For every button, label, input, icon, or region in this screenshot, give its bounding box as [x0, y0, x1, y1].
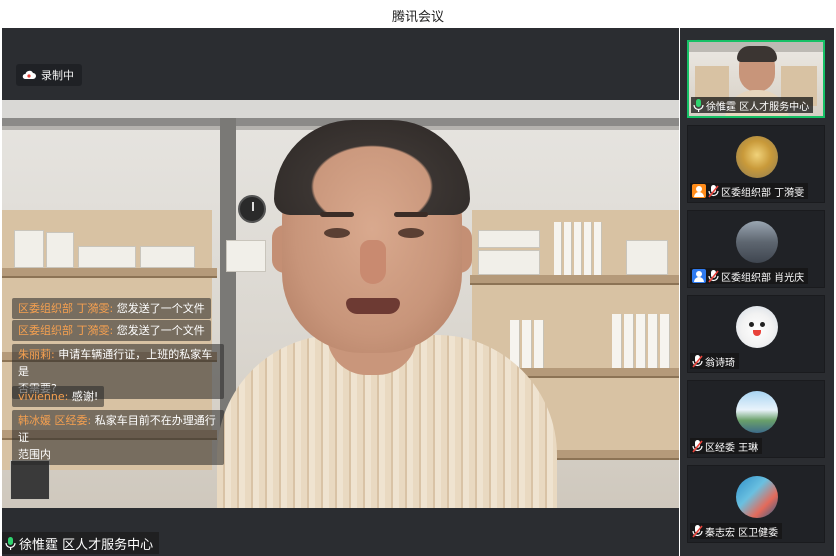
mic-icon — [5, 536, 16, 550]
participant-tile[interactable]: 区委组织部 肖光庆 — [687, 210, 825, 288]
participant-name-bar: 区委组织部 肖光庆 — [690, 268, 809, 284]
user-orange-icon — [692, 184, 706, 198]
participant-name-bar: 翁诗琦 — [690, 353, 739, 369]
speaker-nose — [360, 240, 386, 284]
participant-name: 徐惟霆 区人才服务中心 — [706, 101, 810, 113]
mic-muted-icon — [692, 524, 703, 538]
book — [554, 222, 562, 275]
participant-name: 翁诗琦 — [705, 357, 735, 369]
book — [594, 222, 602, 275]
recording-label: 录制中 — [41, 69, 74, 82]
storage-box — [78, 246, 136, 268]
chat-sender: 区委组织部 丁漪雯: — [18, 324, 114, 337]
chat-message: 韩冰媛 区经委: 私家车目前不在办理通行证 范围内 — [12, 410, 224, 465]
participant-name: 区委组织部 肖光庆 — [721, 272, 805, 284]
book — [574, 222, 582, 275]
thumb-hair — [737, 46, 777, 62]
avatar — [736, 136, 778, 178]
avatar — [736, 221, 778, 263]
participant-sidebar[interactable]: 徐惟霆 区人才服务中心 区委组织部 丁漪雯 区委组织部 肖光庆 翁诗琦 区经委 … — [680, 28, 834, 556]
mic-icon — [693, 98, 704, 112]
book — [522, 320, 532, 368]
clock — [238, 195, 266, 223]
book — [660, 314, 670, 368]
participant-name: 区委组织部 丁漪雯 — [721, 187, 805, 199]
storage-box — [478, 230, 540, 248]
camera — [10, 460, 50, 500]
recording-indicator[interactable]: 录制中 — [16, 64, 82, 86]
chat-text: 您发送了一个文件 — [116, 302, 205, 315]
wall — [2, 100, 679, 120]
participant-tile[interactable]: 区经委 王琳 — [687, 380, 825, 458]
speaker-eye — [398, 228, 424, 238]
participant-tile[interactable]: 徐惟霆 区人才服务中心 — [687, 40, 825, 118]
participant-name: 秦志宏 区卫健委 — [705, 527, 779, 539]
participant-tile[interactable]: 秦志宏 区卫健委 — [687, 465, 825, 543]
mic-muted-icon — [692, 439, 703, 453]
avatar-eye — [749, 322, 754, 327]
mic-muted-icon — [692, 354, 703, 368]
speaker-name: 徐惟霆 区人才服务中心 — [19, 537, 154, 553]
chat-sender: 朱丽莉: — [18, 348, 55, 361]
book — [584, 222, 592, 275]
user-blue-icon — [692, 269, 706, 283]
chat-message: 区委组织部 丁漪雯: 您发送了一个文件 — [12, 320, 211, 341]
storage-box — [626, 240, 668, 275]
cloud-icon — [22, 70, 36, 79]
book — [534, 320, 544, 368]
storage-box — [140, 246, 195, 268]
speaker-brow — [394, 212, 428, 217]
title-bar: 腾讯会议 — [0, 0, 836, 28]
mic-muted-icon — [708, 184, 719, 198]
book — [612, 314, 622, 368]
avatar — [736, 306, 778, 348]
book — [648, 314, 658, 368]
participant-tile[interactable]: 翁诗琦 — [687, 295, 825, 373]
speaker-brow — [320, 212, 354, 217]
speaker-eye — [324, 228, 350, 238]
participant-name: 区经委 王琳 — [705, 442, 759, 454]
storage-box — [46, 232, 74, 268]
participant-tile[interactable]: 区委组织部 丁漪雯 — [687, 125, 825, 203]
participant-name-bar: 区委组织部 丁漪雯 — [690, 183, 809, 199]
shelf — [470, 275, 679, 283]
avatar-mouth — [753, 330, 761, 336]
chat-text-continued: 范围内 — [18, 448, 51, 461]
storage-box — [226, 240, 266, 272]
active-speaker-label: 徐惟霆 区人才服务中心 — [2, 532, 160, 554]
participant-name-bar: 秦志宏 区卫健委 — [690, 523, 783, 539]
main-video-stage[interactable]: 录制中 区委组织部 丁漪雯: 您发送了一个文件 区委组织部 丁漪雯: 您发送了一… — [2, 28, 679, 556]
storage-box — [14, 230, 44, 268]
avatar — [736, 476, 778, 518]
chat-text: 您发送了一个文件 — [116, 324, 205, 337]
mic-muted-icon — [708, 269, 719, 283]
storage-box — [478, 250, 540, 275]
chat-message: 区委组织部 丁漪雯: 您发送了一个文件 — [12, 298, 211, 319]
app-title: 腾讯会议 — [391, 10, 444, 25]
shelf — [2, 268, 217, 276]
chat-text: 感谢! — [71, 390, 99, 403]
participant-name-bar: 区经委 王琳 — [690, 438, 763, 454]
avatar-eye — [760, 322, 765, 327]
book — [624, 314, 634, 368]
book — [636, 314, 646, 368]
speaker-mouth — [346, 298, 400, 314]
chat-sender: 区委组织部 丁漪雯: — [18, 302, 114, 315]
chat-sender: 韩冰媛 区经委: — [18, 414, 92, 427]
participant-name-bar: 徐惟霆 区人才服务中心 — [691, 97, 814, 113]
chat-sender: vivienne: — [18, 390, 69, 403]
speaker-hair — [274, 120, 470, 215]
book — [564, 222, 572, 275]
avatar — [736, 391, 778, 433]
chat-message: vivienne: 感谢! — [12, 386, 105, 407]
